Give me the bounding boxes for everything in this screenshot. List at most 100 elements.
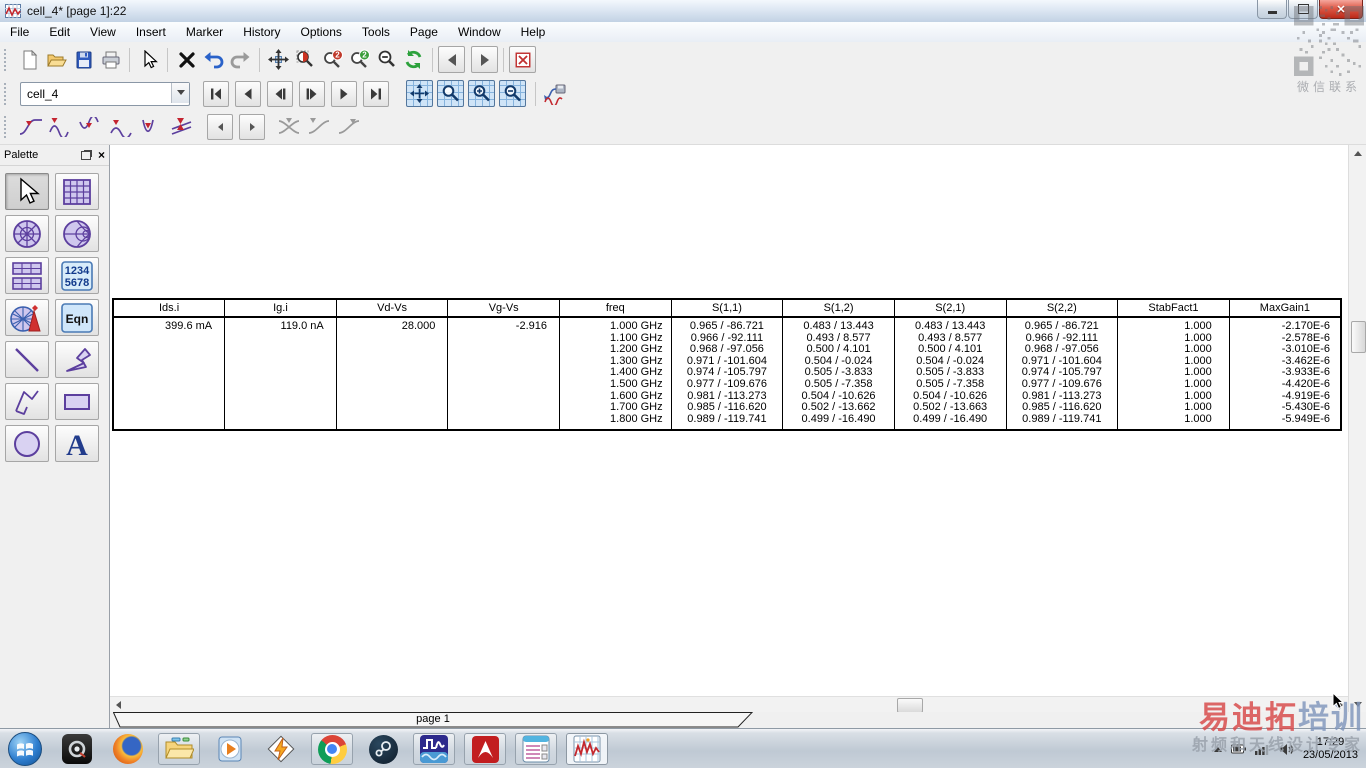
start-button[interactable] [8,732,42,766]
menu-item-edit[interactable]: Edit [39,23,80,41]
forward-icon[interactable] [471,46,498,73]
palette-rectangular-graph-button[interactable] [55,173,99,210]
table-value: 1.800 GHz [610,412,663,425]
taskbar-windows-media-player-icon[interactable] [209,733,251,765]
vertical-scrollbar[interactable] [1348,145,1366,712]
redo-icon[interactable] [227,46,254,73]
minimize-button[interactable] [1257,0,1287,19]
taskbar-ads-main-icon[interactable] [413,733,455,765]
palette-equation-button[interactable]: Eqn [55,299,99,336]
first-page-icon[interactable] [203,80,229,107]
delete-icon[interactable] [173,46,200,73]
add-trace-icon[interactable] [541,80,568,107]
palette-numeric-table-button[interactable]: 1234 5678 [55,257,99,294]
select-pointer-icon[interactable] [135,46,162,73]
palette-rectangle-button[interactable] [55,383,99,420]
menu-item-tools[interactable]: Tools [352,23,400,41]
step-forward-icon[interactable] [299,80,325,107]
menu-item-options[interactable]: Options [291,23,352,41]
undo-icon[interactable] [200,46,227,73]
taskbar-adobe-reader-icon[interactable] [464,733,506,765]
previous-page-icon[interactable] [235,80,261,107]
scroll-left-icon[interactable] [110,698,126,712]
data-table[interactable]: Ids.i Ig.i Vd-Vs Vg-Vs freq S(1,1) S(1,2) S(2,1… [112,298,1342,432]
taskbar-winamp-icon[interactable] [260,733,302,765]
zoom-in-2x-icon[interactable]: 2 [319,46,346,73]
palette-smith-chart-button[interactable] [55,215,99,252]
pan-view-icon[interactable] [265,46,292,73]
palette-antenna-plot-button[interactable] [5,299,49,336]
new-document-icon[interactable] [16,46,43,73]
marker-disabled-3-icon[interactable] [335,115,363,139]
toolbar-separator [259,47,260,72]
print-icon[interactable] [97,46,124,73]
chevron-down-icon[interactable] [171,82,189,103]
table-value: -2.916 [515,320,547,332]
menu-item-marker[interactable]: Marker [176,23,233,41]
view-all-icon[interactable] [406,80,433,107]
marker-previous-icon[interactable] [207,114,233,140]
horizontal-scrollbar[interactable] [110,696,1348,713]
menu-item-help[interactable]: Help [511,23,556,41]
toolbar-grip[interactable] [4,82,10,105]
zoom-out-icon[interactable] [373,46,400,73]
close-panel-icon[interactable]: × [98,149,105,161]
open-project-icon[interactable] [43,46,70,73]
table-column-header: MaxGain1 [1228,298,1342,318]
palette-polyline-button[interactable] [5,383,49,420]
marker-offset-icon[interactable] [107,115,135,139]
float-panel-icon[interactable] [80,150,91,160]
table-value: 28.000 [401,320,436,332]
table-column-cells: -2.170E-6 -2.578E-6 -3.010E-6 -3.462E-6 -3.9… [1228,317,1342,431]
horizontal-scroll-thumb[interactable] [897,698,923,713]
menu-item-page[interactable]: Page [400,23,448,41]
page-tab[interactable]: page 1 [113,712,753,728]
close-window-icon[interactable] [509,46,536,73]
data-display-page[interactable]: Ids.i Ig.i Vd-Vs Vg-Vs freq S(1,1) S(1,2) S(2,1… [110,145,1348,728]
palette-pointer-button[interactable] [5,173,49,210]
taskbar-chrome-icon[interactable] [311,733,353,765]
marker-next-icon[interactable] [239,114,265,140]
menu-item-insert[interactable]: Insert [126,23,176,41]
taskbar-data-display-window-icon[interactable] [566,733,608,765]
palette-circle-button[interactable] [5,425,49,462]
taskbar-windows-explorer-icon[interactable] [158,733,200,765]
taskbar-schematic-window-icon[interactable] [515,733,557,765]
zoom-out-grid-icon[interactable] [499,80,526,107]
back-icon[interactable] [438,46,465,73]
scroll-up-icon[interactable] [1350,145,1366,161]
zoom-in-icon[interactable] [468,80,495,107]
save-icon[interactable] [70,46,97,73]
marker-valley-icon[interactable] [77,115,105,139]
last-page-icon[interactable] [363,80,389,107]
next-page-icon[interactable] [331,80,357,107]
marker-disabled-1-icon[interactable] [275,115,303,139]
marker-disabled-2-icon[interactable] [305,115,333,139]
marker-search-icon[interactable] [137,115,165,139]
menu-item-view[interactable]: View [80,23,126,41]
zoom-area-icon[interactable] [292,46,319,73]
vertical-scroll-thumb[interactable] [1351,321,1366,353]
palette-text-button[interactable]: A [55,425,99,462]
taskbar-media-player-black-icon[interactable] [56,733,98,765]
palette-polygon-button[interactable] [55,341,99,378]
marker-limit-lines-icon[interactable] [167,115,195,139]
step-back-icon[interactable] [267,80,293,107]
taskbar-firefox-icon[interactable] [107,733,149,765]
palette-tabular-graph-button[interactable] [5,257,49,294]
table-column-cells: 0.965 / -86.721 0.966 / -92.111 0.968 / -9… [670,317,784,431]
marker-peak-icon[interactable] [47,115,75,139]
scope-selector[interactable]: cell_4 [20,81,190,106]
menu-item-history[interactable]: History [233,23,290,41]
menu-item-file[interactable]: File [0,23,39,41]
marker-on-trace-icon[interactable] [17,115,45,139]
zoom-window-icon[interactable] [437,80,464,107]
taskbar-steam-icon[interactable] [362,733,404,765]
zoom-out-2x-icon[interactable]: 2 [346,46,373,73]
menu-item-window[interactable]: Window [448,23,511,41]
palette-polar-graph-button[interactable] [5,215,49,252]
toolbar-grip[interactable] [4,116,10,138]
refresh-icon[interactable] [400,46,427,73]
palette-line-button[interactable] [5,341,49,378]
toolbar-grip[interactable] [4,48,10,71]
